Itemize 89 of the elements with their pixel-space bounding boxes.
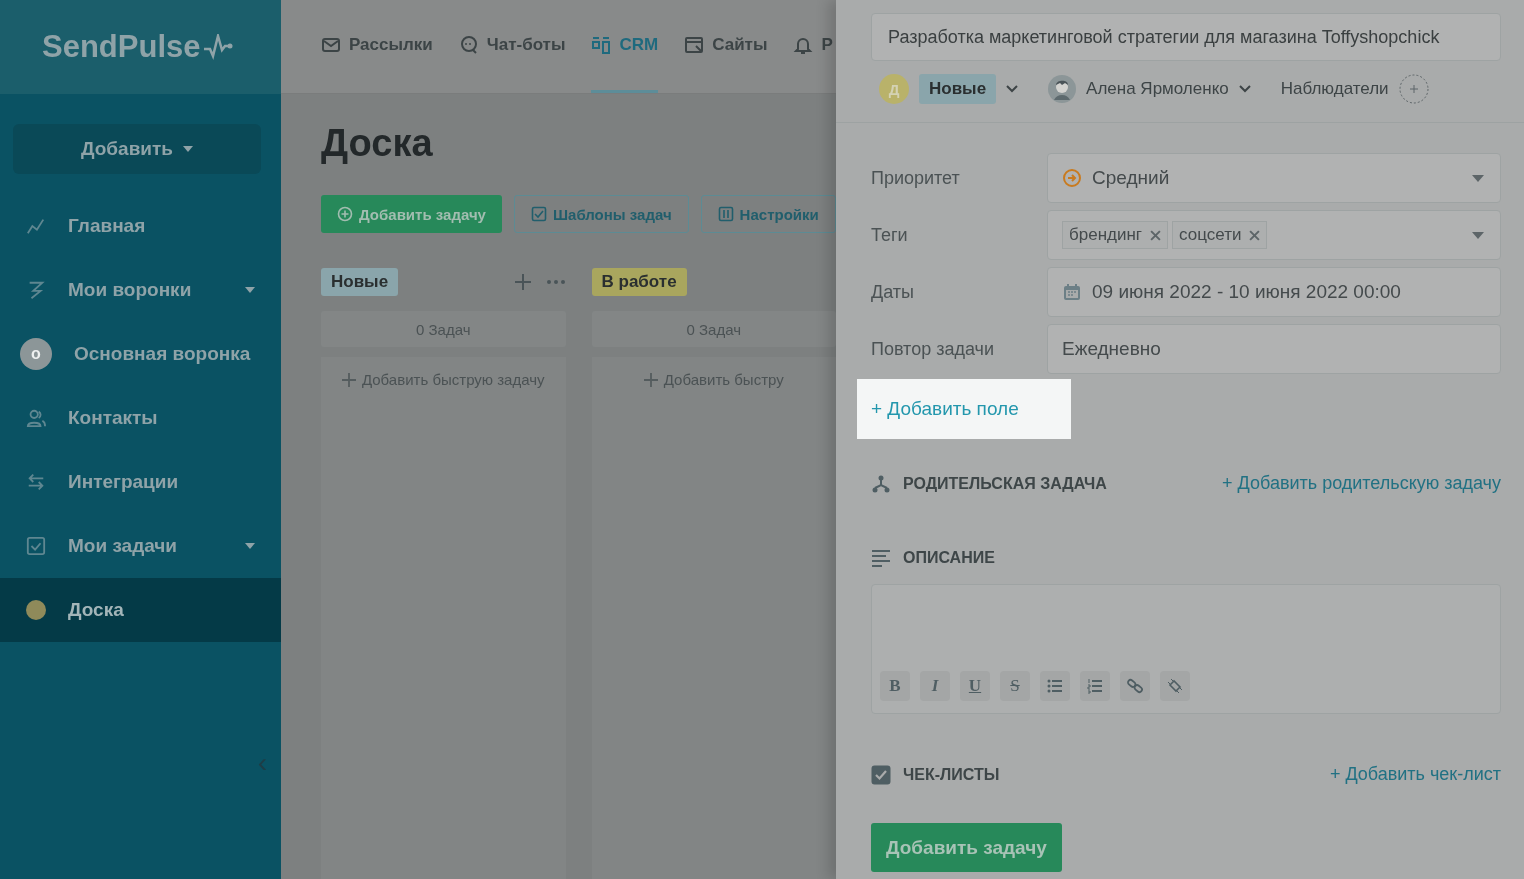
- date-field[interactable]: 09 июня 2022 - 10 июня 2022 00:00: [1047, 267, 1501, 317]
- field-label: Даты: [871, 281, 915, 303]
- sidebar-item[interactable]: Контакты: [0, 386, 281, 450]
- bullet-list-button[interactable]: [1040, 671, 1070, 701]
- numbered-list-icon: [1087, 678, 1103, 694]
- toolbar-button[interactable]: Настройки: [700, 195, 836, 233]
- sidebar-item[interactable]: Главная: [0, 194, 281, 258]
- chat-bubble-icon: [458, 35, 479, 55]
- chevron-icon[interactable]: [1238, 85, 1251, 93]
- sidebar-item[interactable]: Интеграции: [0, 450, 281, 514]
- sliders-icon: [717, 206, 734, 222]
- assignee-dropdown[interactable]: Алена Ярмоленко: [1086, 79, 1229, 99]
- section-title: РОДИТЕЛЬСКАЯ ЗАДАЧА: [903, 474, 1107, 493]
- calendar-icon: [1062, 282, 1082, 302]
- column-tag: Новые: [321, 268, 399, 296]
- browser-window-icon: [684, 35, 705, 55]
- sidebar-item[interactable]: о Основная воронка: [0, 322, 281, 386]
- nav-tab[interactable]: CRM: [591, 0, 659, 93]
- checkbox-icon: [530, 206, 547, 222]
- numbered-list-button[interactable]: [1080, 671, 1110, 701]
- add-parent-task-link[interactable]: + Добавить родительскую задачу: [1222, 473, 1501, 494]
- nav-tab[interactable]: Сайты: [684, 0, 768, 93]
- page-title: Доска: [321, 122, 434, 165]
- arrows-icon: [26, 472, 46, 492]
- people-icon: [26, 408, 46, 428]
- format-button[interactable]: U: [960, 671, 990, 701]
- watchers-label: Наблюдатели: [1280, 79, 1389, 99]
- caret-icon: [1472, 174, 1484, 182]
- caret-icon: [1472, 231, 1484, 239]
- arrow-circle-icon: [1062, 168, 1082, 188]
- user-avatar-icon: [1048, 75, 1077, 103]
- add-checklist-link[interactable]: + Добавить чек-лист: [1329, 764, 1501, 785]
- plus-icon[interactable]: [513, 273, 532, 291]
- caret-icon[interactable]: [245, 287, 255, 293]
- format-button[interactable]: S: [1000, 671, 1030, 701]
- nav-tab[interactable]: Р: [793, 0, 833, 93]
- add-button[interactable]: Добавить: [13, 124, 261, 174]
- task-count: 0 Задач: [321, 311, 566, 347]
- tag-chip: брендинг: [1062, 221, 1169, 249]
- sidebar-item[interactable]: Мои воронки: [0, 258, 281, 322]
- field-label: Повтор задачи: [871, 338, 995, 360]
- sidebar-item[interactable]: Доска: [0, 578, 281, 642]
- section-title: ЧЕК-ЛИСТЫ: [903, 765, 1000, 784]
- plus-icon: [341, 372, 356, 387]
- link-button[interactable]: [1120, 671, 1150, 701]
- field-label: Теги: [871, 224, 909, 246]
- format-button[interactable]: I: [920, 671, 950, 701]
- add-watcher-icon[interactable]: [1398, 74, 1429, 104]
- bell-icon: [793, 35, 814, 55]
- task-title-field[interactable]: Разработка маркетинговой стратегии для магазина Toffyshopchick: [871, 13, 1501, 61]
- priority-select[interactable]: Средний: [1047, 153, 1501, 203]
- close-icon[interactable]: [1249, 229, 1261, 241]
- tag-chip: соцсети: [1172, 221, 1268, 249]
- avatar-circle: Д: [879, 74, 909, 104]
- sidebar-item[interactable]: Мои задачи: [0, 514, 281, 578]
- nav-tab[interactable]: Рассылки: [321, 0, 433, 93]
- avatar-circle: о: [20, 338, 52, 370]
- chart-line-icon: [26, 216, 46, 236]
- format-button[interactable]: B: [880, 671, 910, 701]
- field-label: Приоритет: [871, 167, 961, 189]
- add-task-button[interactable]: Добавить задачу: [321, 195, 502, 233]
- section-title: ОПИСАНИЕ: [903, 549, 995, 567]
- unlink-button[interactable]: [1160, 671, 1190, 701]
- description-editor[interactable]: B I U S: [871, 584, 1501, 714]
- column-tag: В работе: [591, 268, 687, 296]
- close-icon[interactable]: [1150, 229, 1162, 241]
- checkbox[interactable]: [871, 764, 891, 785]
- hierarchy-icon: [871, 473, 891, 494]
- plus-icon: [643, 372, 658, 387]
- caret-icon[interactable]: [245, 543, 255, 549]
- toolbar-button[interactable]: Шаблоны задач: [513, 195, 689, 233]
- bullet-list-icon: [1047, 678, 1063, 694]
- pulse-icon: [202, 34, 233, 60]
- caret-icon: [183, 146, 193, 152]
- link-icon: [1127, 678, 1143, 694]
- unlink-icon: [1167, 678, 1183, 694]
- task-count: 0 Задач: [591, 311, 836, 347]
- chevron-icon[interactable]: [1006, 85, 1019, 93]
- checkbox-icon: [26, 536, 46, 556]
- status-dropdown[interactable]: Новые: [919, 74, 997, 104]
- kanban-icon: [591, 35, 612, 55]
- add-task-button[interactable]: Добавить задачу: [871, 823, 1062, 872]
- repeat-field[interactable]: Ежедневно: [1047, 324, 1501, 374]
- text-lines-icon: [871, 548, 891, 568]
- envelope-icon: [321, 35, 341, 55]
- tags-select[interactable]: брендинг соцсети: [1047, 210, 1501, 260]
- nav-tab[interactable]: Чат-боты: [458, 0, 566, 93]
- plus-circle-icon: [337, 206, 353, 222]
- more-icon[interactable]: [545, 279, 566, 285]
